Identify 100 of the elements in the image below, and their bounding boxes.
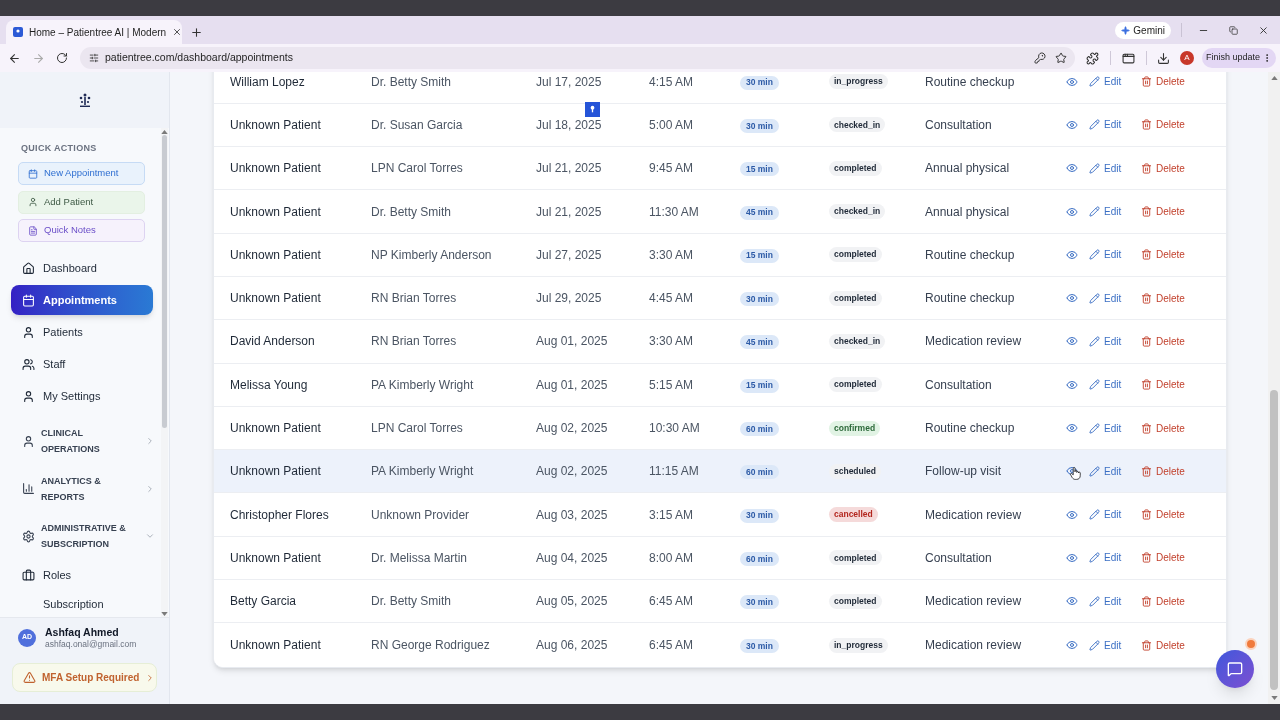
table-row[interactable]: David Anderson RN Brian Torres Aug 01, 2025 3:30 AM 45 min checked_in Medication review Edit Delete xyxy=(214,320,1226,364)
delete-button[interactable]: Delete xyxy=(1141,160,1185,176)
scrollbar-thumb[interactable] xyxy=(1270,390,1278,690)
table-row[interactable]: Unknown Patient LPN Carol Torres Aug 02, 2025 10:30 AM 60 min confirmed Routine checkup Edit Delete xyxy=(214,406,1226,451)
delete-button[interactable]: Delete xyxy=(1141,507,1185,523)
table-row[interactable]: Unknown Patient Dr. Melissa Martin Aug 04, 2025 8:00 AM 60 min completed Consultation Edit Delete xyxy=(214,536,1226,581)
view-button[interactable] xyxy=(1065,551,1078,565)
table-row[interactable]: Melissa Young PA Kimberly Wright Aug 01, 2025 5:15 AM 15 min completed Consultation Edit Delete xyxy=(214,363,1226,407)
chat-button[interactable] xyxy=(1216,650,1254,688)
view-button[interactable] xyxy=(1065,508,1078,522)
edit-button[interactable]: Edit xyxy=(1089,637,1122,653)
view-button[interactable] xyxy=(1065,205,1078,219)
view-button[interactable] xyxy=(1065,248,1078,262)
scrollbar-track[interactable] xyxy=(1268,72,1280,704)
table-row[interactable]: Betty Garcia Dr. Betty Smith Aug 05, 2025 6:45 AM 30 min completed Medication review Edit Delete xyxy=(214,580,1226,624)
duration-badge: 30 min xyxy=(740,639,779,653)
delete-button[interactable]: Delete xyxy=(1141,117,1185,133)
edit-button[interactable]: Edit xyxy=(1089,333,1122,349)
edit-button[interactable]: Edit xyxy=(1089,204,1122,220)
edit-button[interactable]: Edit xyxy=(1089,160,1122,176)
table-row[interactable]: Unknown Patient Dr. Susan Garcia Jul 18, 2025 5:00 AM 30 min checked_in Consultation Edit Delete xyxy=(214,103,1226,148)
scrollbar-thumb[interactable] xyxy=(162,135,167,428)
edit-button[interactable]: Edit xyxy=(1089,290,1122,306)
view-button[interactable] xyxy=(1065,594,1078,608)
delete-button[interactable]: Delete xyxy=(1141,290,1185,306)
restore-icon[interactable] xyxy=(1228,25,1238,35)
finish-update-button[interactable]: Finish update xyxy=(1202,48,1276,68)
delete-button[interactable]: Delete xyxy=(1141,637,1185,653)
table-row[interactable]: Unknown Patient Dr. Betty Smith Jul 21, 2025 11:30 AM 45 min checked_in Annual physical Edit Delete xyxy=(214,190,1226,234)
eye-icon xyxy=(1065,292,1078,305)
view-button[interactable] xyxy=(1065,75,1078,89)
close-icon[interactable] xyxy=(1257,24,1269,36)
delete-button[interactable]: Delete xyxy=(1141,204,1185,220)
nav-item[interactable]: Subscription xyxy=(11,592,153,616)
scroll-up-icon[interactable] xyxy=(161,129,168,134)
delete-button[interactable]: Delete xyxy=(1141,463,1185,479)
table-row[interactable]: Unknown Patient RN Brian Torres Jul 29, 2025 4:45 AM 30 min completed Routine checkup Edit Delete xyxy=(214,277,1226,321)
download-icon[interactable] xyxy=(1156,51,1170,65)
nav-item[interactable]: Dashboard xyxy=(11,253,153,283)
gemini-button[interactable]: Gemini xyxy=(1115,21,1171,39)
delete-button[interactable]: Delete xyxy=(1141,593,1185,609)
edit-button[interactable]: Edit xyxy=(1089,420,1122,436)
edit-button[interactable]: Edit xyxy=(1089,463,1122,479)
delete-button[interactable]: Delete xyxy=(1141,420,1185,436)
view-button[interactable] xyxy=(1065,638,1078,652)
delete-button[interactable]: Delete xyxy=(1141,74,1185,90)
nav-group[interactable]: CLINICAL OPERATIONS xyxy=(11,421,153,461)
edit-button[interactable]: Edit xyxy=(1089,117,1122,133)
nav-group[interactable]: ANALYTICS & REPORTS xyxy=(11,468,153,509)
nav-item[interactable]: Appointments xyxy=(11,285,153,315)
quick-action-button[interactable]: Quick Notes xyxy=(18,219,145,242)
mfa-warning-button[interactable]: MFA Setup Required xyxy=(12,663,157,692)
edit-button[interactable]: Edit xyxy=(1089,593,1122,609)
table-row[interactable]: Unknown Patient NP Kimberly Anderson Jul 27, 2025 3:30 AM 15 min completed Routine checkup Edit Delete xyxy=(214,233,1226,277)
delete-button[interactable]: Delete xyxy=(1141,550,1185,566)
reload-icon[interactable] xyxy=(56,52,68,64)
edit-button[interactable]: Edit xyxy=(1089,550,1122,566)
view-button[interactable] xyxy=(1065,334,1078,348)
back-icon[interactable] xyxy=(7,51,21,65)
nav-item[interactable]: Patients xyxy=(11,317,153,347)
close-icon[interactable] xyxy=(172,27,183,37)
scrollbar-track[interactable] xyxy=(161,128,168,617)
table-row[interactable]: Unknown Patient LPN Carol Torres Jul 21, 2025 9:45 AM 15 min completed Annual physical Edit Delete xyxy=(214,147,1226,191)
scroll-down-icon[interactable] xyxy=(161,611,168,616)
delete-button[interactable]: Delete xyxy=(1141,333,1185,349)
table-row[interactable]: Unknown Patient RN George Rodriguez Aug 06, 2025 6:45 AM 30 min in_progress Medication review Edit Delete xyxy=(214,623,1226,667)
profile-avatar[interactable]: A xyxy=(1180,51,1194,65)
nav-group[interactable]: ADMINISTRATIVE & SUBSCRIPTION xyxy=(11,516,153,556)
table-row[interactable]: William Lopez Dr. Betty Smith Jul 17, 2025 4:15 AM 30 min in_progress Routine checkup Edit Delete xyxy=(214,72,1226,104)
quick-action-button[interactable]: Add Patient xyxy=(18,190,145,214)
delete-button[interactable]: Delete xyxy=(1141,247,1185,263)
quick-action-button[interactable]: New Appointment xyxy=(18,162,145,185)
view-button[interactable] xyxy=(1065,161,1078,175)
edit-button[interactable]: Edit xyxy=(1089,247,1122,263)
edit-button[interactable]: Edit xyxy=(1089,377,1122,393)
nav-item[interactable]: Staff xyxy=(11,349,153,379)
table-row[interactable]: Christopher Flores Unknown Provider Aug 03, 2025 3:15 AM 30 min cancelled Medication review Edit Delete xyxy=(214,493,1226,537)
edit-button[interactable]: Edit xyxy=(1089,507,1122,523)
nav-item[interactable]: My Settings xyxy=(11,381,153,411)
view-button[interactable] xyxy=(1065,291,1078,305)
user-name: Ashfaq Ahmed xyxy=(45,625,120,639)
delete-button[interactable]: Delete xyxy=(1141,377,1185,393)
scroll-down-icon[interactable] xyxy=(1270,696,1278,700)
nav-item[interactable]: Roles xyxy=(11,560,153,590)
star-icon[interactable] xyxy=(1055,52,1067,64)
extensions-icon[interactable] xyxy=(1085,51,1099,65)
scroll-up-icon[interactable] xyxy=(1270,76,1278,80)
view-button[interactable] xyxy=(1065,421,1078,435)
table-row[interactable]: Unknown Patient PA Kimberly Wright Aug 02, 2025 11:15 AM 60 min scheduled Follow-up visit Edit Delete xyxy=(214,450,1226,494)
browser-tab[interactable]: Home – Patientree AI | Modern xyxy=(6,20,182,44)
forward-icon[interactable] xyxy=(31,51,45,65)
site-settings-icon[interactable] xyxy=(89,53,99,63)
edit-button[interactable]: Edit xyxy=(1089,74,1122,90)
provider-name: Unknown Provider xyxy=(371,506,471,524)
view-button[interactable] xyxy=(1065,118,1078,132)
view-button[interactable] xyxy=(1065,378,1078,392)
window-icon[interactable] xyxy=(1121,51,1135,65)
new-tab-icon[interactable] xyxy=(190,25,203,39)
address-bar[interactable]: patientree.com/dashboard/appointments xyxy=(80,47,1075,69)
key-icon[interactable] xyxy=(1034,52,1046,64)
